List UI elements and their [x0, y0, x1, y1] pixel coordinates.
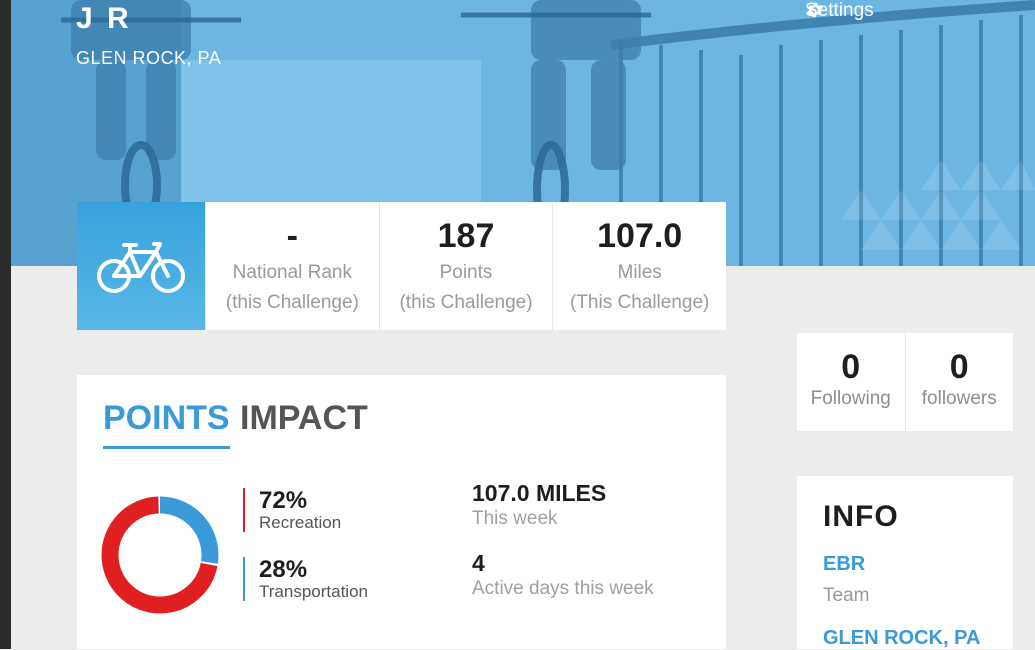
- user-location: GLEN ROCK, PA: [76, 48, 222, 68]
- stat-sublabel: (this Challenge): [399, 292, 533, 313]
- week-miles-stat: 107.0 MILES This week: [472, 479, 606, 531]
- legend-transportation: 28% Transportation: [243, 557, 368, 601]
- follow-card: 0 Following 0 followers: [797, 333, 1013, 431]
- following-link[interactable]: 0 Following: [797, 333, 905, 431]
- tab-points[interactable]: POINTS: [103, 399, 230, 449]
- stat-label: Points: [439, 262, 493, 283]
- following-label: Following: [810, 388, 891, 409]
- stat-value: 187: [437, 217, 495, 255]
- stat-label: National Rank: [232, 262, 352, 283]
- week-miles-value: 107.0 MILES: [472, 480, 607, 506]
- legend-percent: 72%: [259, 487, 308, 514]
- bicycle-icon: [97, 242, 185, 293]
- info-card: INFO EBR Team GLEN ROCK, PA: [797, 476, 1013, 649]
- followers-count: 0: [949, 348, 969, 386]
- stat-points: 187 Points (this Challenge): [378, 202, 553, 330]
- points-donut-chart: [101, 496, 219, 614]
- stat-miles: 107.0 Miles (This Challenge): [552, 202, 726, 330]
- bike-tile: [77, 202, 205, 330]
- legend-label: Recreation: [259, 513, 342, 532]
- active-days-stat: 4 Active days this week: [472, 549, 654, 601]
- active-days-label: Active days this week: [472, 578, 654, 599]
- legend-label: Transportation: [259, 582, 368, 601]
- tab-impact[interactable]: IMPACT: [240, 399, 368, 438]
- points-card: POINTS IMPACT 72% Recreation 28% Transpo…: [77, 375, 726, 649]
- stat-label: Miles: [617, 262, 662, 283]
- week-miles-label: This week: [472, 508, 558, 529]
- followers-label: followers: [921, 388, 997, 409]
- left-rail: [0, 0, 11, 649]
- stat-value: 107.0: [597, 217, 683, 255]
- stat-sublabel: (This Challenge): [569, 292, 710, 313]
- stat-value: -: [286, 217, 298, 255]
- legend-recreation: 72% Recreation: [243, 488, 341, 532]
- settings-link[interactable]: Settings: [805, 0, 880, 22]
- followers-link[interactable]: 0 followers: [904, 333, 1014, 431]
- info-title: INFO: [823, 500, 899, 533]
- following-count: 0: [841, 348, 861, 386]
- team-label: Team: [823, 585, 870, 606]
- stat-sublabel: (this Challenge): [225, 292, 359, 313]
- team-link[interactable]: EBR: [823, 553, 865, 576]
- active-days-value: 4: [472, 550, 485, 576]
- city-link[interactable]: GLEN ROCK, PA: [823, 627, 980, 650]
- user-name: J R: [76, 2, 132, 35]
- stat-national-rank: - National Rank (this Challenge): [205, 202, 379, 330]
- challenge-stats-card: - National Rank (this Challenge) 187 Poi…: [77, 202, 726, 330]
- legend-percent: 28%: [259, 556, 308, 583]
